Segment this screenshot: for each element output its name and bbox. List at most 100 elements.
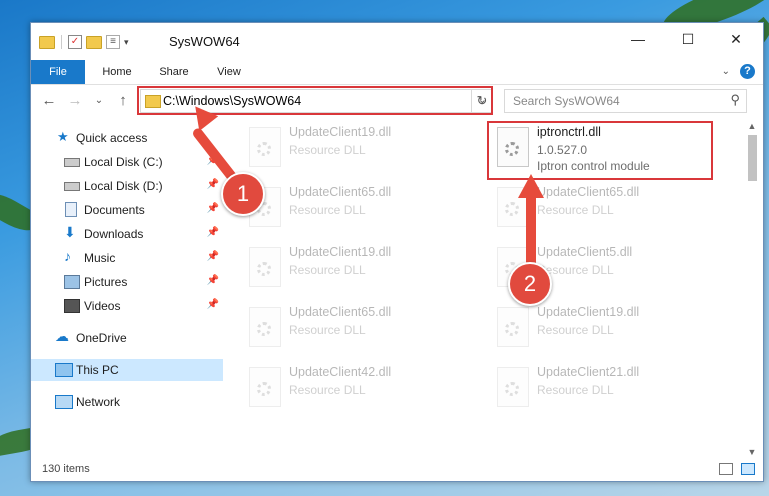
videos-icon (64, 299, 80, 313)
search-icon[interactable]: ⚲ (730, 92, 740, 108)
details-view-icon[interactable] (719, 463, 733, 475)
file-name: UpdateClient21.dll (537, 365, 640, 379)
dll-file-icon (497, 367, 529, 407)
file-type: Resource DLL (537, 383, 614, 397)
sidebar-item-label: Pictures (84, 275, 128, 289)
sidebar-item-network[interactable]: Network (31, 391, 223, 413)
file-type: Resource DLL (289, 263, 366, 277)
tab-home[interactable]: Home (93, 60, 141, 84)
sidebar-item-pictures[interactable]: Pictures 📌 (31, 271, 223, 293)
tab-view[interactable]: View (207, 60, 251, 84)
arrowhead-icon (518, 174, 544, 198)
file-type: Resource DLL (289, 143, 366, 157)
pictures-icon (64, 275, 80, 289)
sidebar-item-this-pc[interactable]: This PC (31, 359, 223, 381)
sidebar-item-onedrive[interactable]: ☁ OneDrive (31, 327, 223, 349)
file-item[interactable]: UpdateClient19.dll Resource DLL (241, 121, 471, 177)
file-item[interactable]: UpdateClient19.dll Resource DLL (241, 241, 471, 297)
sidebar-item-videos[interactable]: Videos 📌 (31, 295, 223, 317)
downloads-icon: ⬇ (64, 224, 76, 240)
sidebar-item-label: Downloads (84, 227, 144, 241)
help-icon[interactable]: ? (740, 64, 755, 79)
folder-icon[interactable] (39, 35, 55, 49)
sidebar-item-local-disk-c[interactable]: Local Disk (C:) 📌 (31, 151, 223, 173)
file-type: Resource DLL (289, 323, 366, 337)
dll-file-icon (249, 367, 281, 407)
pin-icon[interactable]: 📌 (207, 299, 219, 310)
pin-icon[interactable]: 📌 (207, 227, 219, 238)
star-icon: ★ (57, 129, 69, 144)
recent-locations-icon[interactable]: ⌄ (89, 91, 109, 111)
file-name: UpdateClient65.dll (289, 185, 392, 199)
expand-ribbon-icon[interactable]: ⌄ (722, 66, 730, 77)
vertical-scrollbar[interactable]: ▲ ▼ (745, 119, 759, 459)
maximize-button[interactable]: ☐ (665, 23, 711, 55)
search-placeholder: Search SysWOW64 (513, 94, 620, 108)
ribbon: File Home Share View ⌄ ? (31, 60, 763, 85)
file-item[interactable]: UpdateClient21.dll Resource DLL (489, 361, 719, 417)
pin-icon[interactable]: 📌 (207, 179, 219, 190)
search-input[interactable]: Search SysWOW64 ⚲ (504, 89, 747, 113)
ribbon-controls: ⌄ ? (722, 64, 755, 79)
drive-icon (64, 158, 80, 167)
file-name: UpdateClient65.dll (289, 305, 392, 319)
sidebar-item-label: This PC (76, 363, 119, 377)
sidebar-item-label: Music (84, 251, 116, 265)
sidebar-item-local-disk-d[interactable]: Local Disk (D:) 📌 (31, 175, 223, 197)
file-item[interactable]: UpdateClient42.dll Resource DLL (241, 361, 471, 417)
file-item[interactable]: UpdateClient65.dll Resource DLL (241, 181, 471, 237)
forward-arrow-icon[interactable]: → (65, 91, 85, 111)
file-highlight-box (487, 121, 713, 180)
item-count: 130 items (42, 463, 90, 475)
file-name: UpdateClient19.dll (289, 125, 392, 139)
step-badge-1: 1 (221, 172, 265, 216)
file-item[interactable]: UpdateClient19.dll Resource DLL (489, 301, 719, 357)
drive-icon (64, 182, 80, 191)
file-item[interactable]: UpdateClient65.dll Resource DLL (241, 301, 471, 357)
file-name: UpdateClient19.dll (289, 245, 392, 259)
scroll-up-icon[interactable]: ▲ (745, 119, 759, 133)
file-type: Resource DLL (537, 203, 614, 217)
tab-share[interactable]: Share (151, 60, 197, 84)
navigation-pane: ★ Quick access Local Disk (C:) 📌 Local D… (31, 119, 227, 459)
close-button[interactable]: ✕ (713, 23, 759, 55)
customize-toolbar-dropdown[interactable]: ▾ (124, 37, 129, 48)
sidebar-item-documents[interactable]: Documents 📌 (31, 199, 223, 221)
view-switcher (719, 463, 755, 475)
file-name: UpdateClient42.dll (289, 365, 392, 379)
sidebar-item-label: Videos (84, 299, 121, 313)
annotation-arrow-2 (526, 191, 536, 273)
sidebar-item-label: Documents (84, 203, 145, 217)
toolbar-divider (61, 35, 62, 49)
sidebar-item-label: Local Disk (C:) (84, 155, 163, 169)
sidebar-item-music[interactable]: ♪ Music 📌 (31, 247, 223, 269)
pin-icon[interactable]: 📌 (207, 251, 219, 262)
window-title: SysWOW64 (169, 34, 240, 49)
scroll-thumb[interactable] (748, 135, 757, 181)
tab-file[interactable]: File (31, 60, 85, 84)
step-badge-2: 2 (508, 262, 552, 306)
address-bar-row: ← → ⌄ ↑ C:\Windows\SysWOW64 ⌄ ↻ Search S… (31, 85, 763, 117)
rename-icon[interactable]: ≡ (106, 35, 120, 49)
sidebar-item-label: Local Disk (D:) (84, 179, 163, 193)
file-name: UpdateClient65.dll (537, 185, 640, 199)
sidebar-item-downloads[interactable]: ⬇ Downloads 📌 (31, 223, 223, 245)
up-arrow-icon[interactable]: ↑ (113, 91, 133, 111)
new-folder-icon[interactable] (86, 35, 102, 49)
minimize-button[interactable]: — (615, 23, 661, 55)
back-arrow-icon[interactable]: ← (39, 91, 59, 111)
pin-icon[interactable]: 📌 (207, 275, 219, 286)
file-name: UpdateClient5.dll (537, 245, 633, 259)
pin-icon[interactable]: 📌 (207, 203, 219, 214)
scroll-down-icon[interactable]: ▼ (745, 445, 759, 459)
sidebar-item-label: Quick access (76, 131, 148, 145)
file-list: UpdateClient19.dll Resource DLL iptronct… (241, 119, 741, 459)
status-bar: 130 items (31, 459, 763, 481)
music-icon: ♪ (64, 248, 71, 264)
computer-icon (55, 363, 73, 377)
tiles-view-icon[interactable] (741, 463, 755, 475)
properties-icon[interactable]: ✓ (68, 35, 82, 49)
file-name: UpdateClient19.dll (537, 305, 640, 319)
quick-access-toolbar: ✓ ≡ ▾ (39, 35, 129, 49)
title-bar: ✓ ≡ ▾ SysWOW64 — ☐ ✕ (31, 23, 763, 61)
